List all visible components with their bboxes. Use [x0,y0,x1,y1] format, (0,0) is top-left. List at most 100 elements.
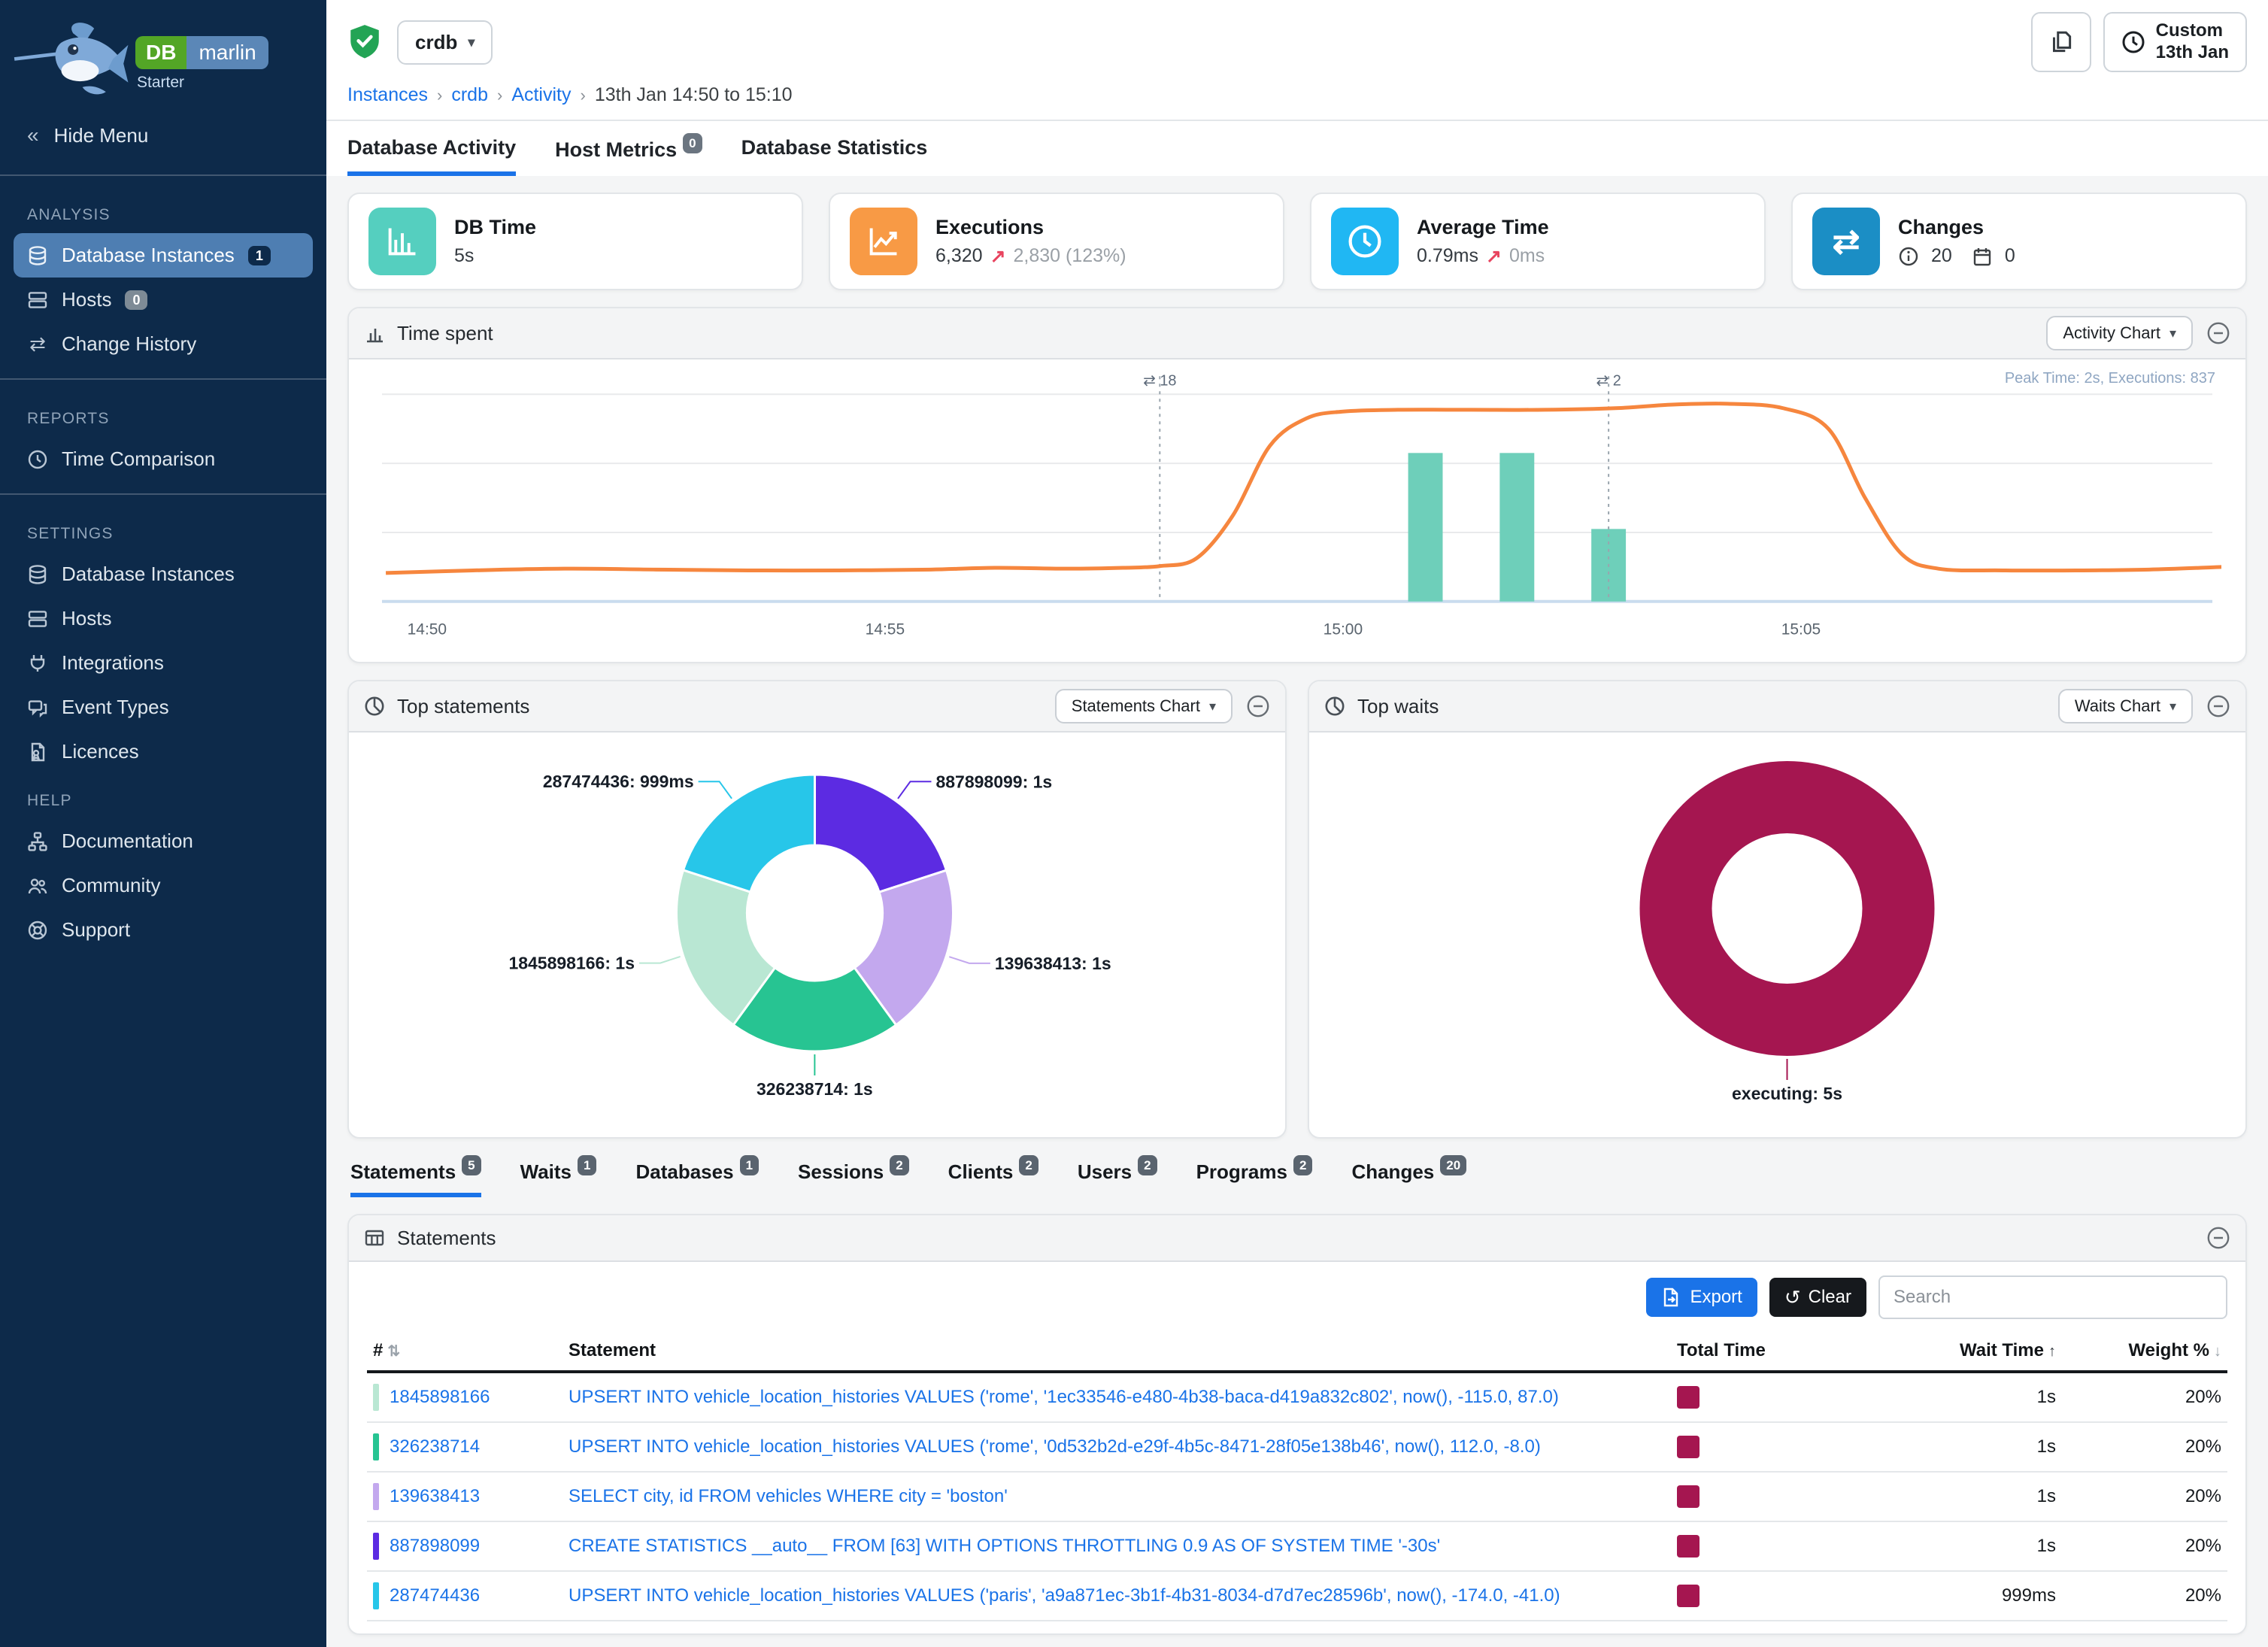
executions-bar[interactable] [1408,453,1443,601]
statement-id-link[interactable]: 287474436 [390,1585,480,1606]
column-label: Total Time [1677,1340,1766,1360]
tab-count-badge: 5 [462,1155,481,1175]
time-range-button[interactable]: Custom 13th Jan [2103,12,2247,72]
sidebar-item-database-instances[interactable]: Database Instances1 [14,233,313,278]
sidebar-item-change-history[interactable]: ⇄Change History [0,322,326,366]
instance-selector[interactable]: crdb ▾ [397,20,493,65]
tab-label: Sessions [798,1160,884,1183]
change-marker-label[interactable]: ⇄ 2 [1596,372,1621,389]
weight-value: 20% [2062,1571,2227,1621]
tab-database-statistics[interactable]: Database Statistics [741,136,928,176]
tab-databases[interactable]: Databases1 [635,1158,759,1197]
caret-down-icon: ▾ [2169,699,2176,714]
sidebar-item-support[interactable]: Support [0,908,326,952]
statement-link[interactable]: UPSERT INTO vehicle_location_histories V… [569,1585,1560,1606]
weight-value: 20% [2062,1372,2227,1422]
tab-label: Users [1078,1160,1132,1183]
sidebar-item-integrations[interactable]: Integrations [0,641,326,685]
tab-database-activity[interactable]: Database Activity [347,136,516,176]
info-circle-icon [1898,246,1919,267]
sidebar-section-help: HELPDocumentationCommunity Support [0,774,326,952]
breadcrumb-item[interactable]: Instances [347,84,428,106]
statement-id-link[interactable]: 139638413 [390,1486,480,1507]
statement-id-link[interactable]: 326238714 [390,1436,480,1457]
copy-icon [2048,29,2074,56]
pie-chart-icon [364,696,385,717]
weight-value: 20% [2062,1521,2227,1571]
card-value: 5s [454,245,536,267]
collapse-icon[interactable] [1246,694,1270,718]
tab-users[interactable]: Users2 [1078,1158,1157,1197]
tab-changes[interactable]: Changes20 [1351,1158,1466,1197]
sidebar-item-time-comparison[interactable]: Time Comparison [0,437,326,481]
tab-count-badge: 1 [578,1155,596,1175]
donut-slice-887898099[interactable] [815,775,947,892]
card-delta: 0ms [1509,245,1545,267]
breadcrumb-item[interactable]: Activity [511,84,571,106]
collapse-icon[interactable] [2206,321,2230,345]
breadcrumb: Instances›crdb›Activity›13th Jan 14:50 t… [347,84,2247,106]
sidebar-item-hosts[interactable]: Hosts [0,596,326,641]
statements-chart-selector[interactable]: Statements Chart ▾ [1055,689,1233,723]
sidebar-item-community[interactable]: Community [0,863,326,908]
sidebar-divider [0,378,326,380]
clear-button[interactable]: ↺ Clear [1769,1278,1866,1317]
sidebar-item-database-instances[interactable]: Database Instances [0,552,326,596]
main-area: crdb ▾ Custom 13th Jan [326,0,2268,1647]
tab-label: Changes [1351,1160,1434,1183]
change-marker-label[interactable]: ⇄ 18 [1143,372,1176,389]
chevron-double-left-icon: « [27,123,39,147]
sidebar-item-event-types[interactable]: Event Types [0,685,326,729]
sidebar-item-label: Database Instances [62,244,235,267]
tab-clients[interactable]: Clients2 [948,1158,1038,1197]
column-header-[interactable]: #⇅ [367,1331,562,1372]
hide-menu-label: Hide Menu [54,124,149,147]
time-range-label: Custom [2156,20,2229,42]
tab-sessions[interactable]: Sessions2 [798,1158,909,1197]
activity-chart-selector[interactable]: Activity Chart ▾ [2046,316,2193,350]
statement-id-link[interactable]: 887898099 [390,1536,480,1557]
sidebar-item-documentation[interactable]: Documentation [0,819,326,863]
tab-waits[interactable]: Waits1 [520,1158,597,1197]
brand-marlin-badge: marlin [186,36,268,69]
donut-slice-executing[interactable] [1676,797,1899,1020]
section-label: HELP [0,774,326,819]
trend-up-icon: ↗ [1486,245,1502,268]
collapse-icon[interactable] [2206,694,2230,718]
donut-slice-287474436[interactable] [684,775,815,892]
waits-chart-selector[interactable]: Waits Chart ▾ [2058,689,2193,723]
statement-link[interactable]: UPSERT INTO vehicle_location_histories V… [569,1387,1559,1407]
statement-link[interactable]: UPSERT INTO vehicle_location_histories V… [569,1436,1541,1457]
hide-menu-button[interactable]: « Hide Menu [0,108,326,162]
export-icon [1661,1287,1681,1308]
tab-programs[interactable]: Programs2 [1196,1158,1313,1197]
column-header-wait-time[interactable]: Wait Time↑ [1836,1331,2062,1372]
column-header-weight[interactable]: Weight %↓ [2062,1331,2227,1372]
sidebar-item-label: Hosts [62,288,111,311]
tab-label: Database Activity [347,136,516,159]
collapse-icon[interactable] [2206,1226,2230,1250]
copy-link-button[interactable] [2031,12,2091,72]
x-tick-label: 15:00 [1324,621,1363,638]
docs-icon [27,831,48,852]
swap-big-icon: ⇄ [1812,208,1880,275]
statement-link[interactable]: SELECT city, id FROM vehicles WHERE city… [569,1486,1008,1506]
executions-bar[interactable] [1499,453,1534,601]
section-label: REPORTS [0,392,326,437]
waits-chart-label: Waits Chart [2075,696,2160,716]
donut-label-leader [949,957,990,963]
statement-id-link[interactable]: 1845898166 [390,1387,490,1408]
activity-chart-label: Activity Chart [2063,323,2160,343]
export-button[interactable]: Export [1646,1278,1757,1317]
column-label: # [373,1340,383,1360]
tab-statements[interactable]: Statements5 [350,1158,481,1197]
support-icon [27,920,48,941]
sidebar-item-hosts[interactable]: Hosts0 [0,278,326,322]
sidebar-item-label: Support [62,918,130,942]
sidebar-item-licences[interactable]: Licences [0,729,326,774]
statement-link[interactable]: CREATE STATISTICS __auto__ FROM [63] WIT… [569,1536,1440,1556]
tab-host-metrics[interactable]: Host Metrics0 [555,136,702,176]
breadcrumb-item[interactable]: crdb [451,84,488,106]
search-input[interactable] [1878,1275,2227,1319]
line-chart-icon [850,208,917,275]
